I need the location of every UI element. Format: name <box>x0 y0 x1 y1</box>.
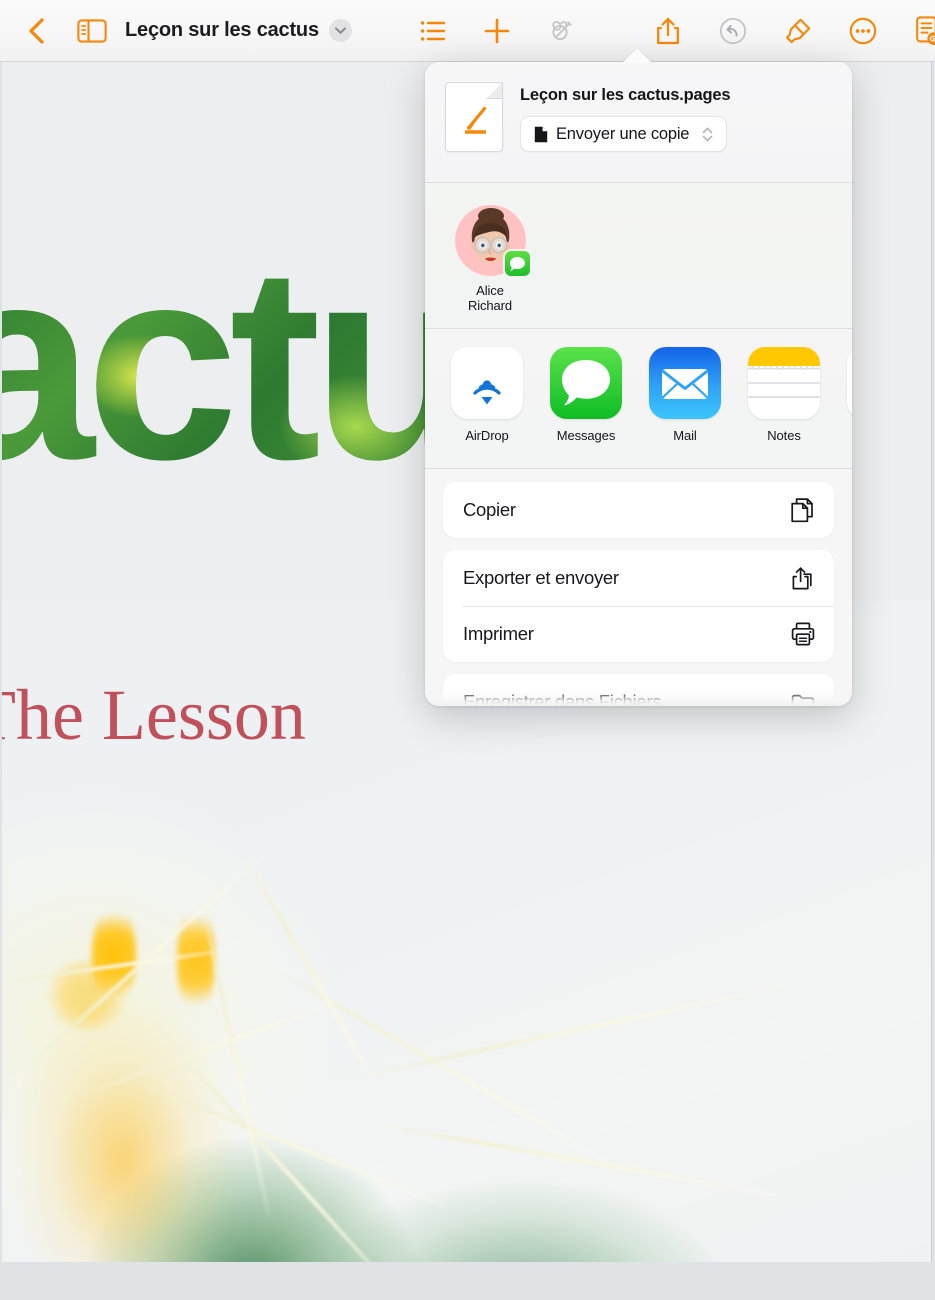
contact-item[interactable]: Alice Richard <box>451 205 532 328</box>
insert-button[interactable] <box>469 9 525 53</box>
document-options-button[interactable] <box>900 9 935 53</box>
sidebar-icon <box>77 18 107 43</box>
share-app-label: AirDrop <box>465 428 509 443</box>
share-sheet-caret <box>622 48 652 63</box>
chevron-left-icon <box>29 17 44 44</box>
share-app-label: Notes <box>767 428 801 443</box>
export-share-icon <box>790 564 816 592</box>
ellipsis-icon <box>849 17 877 44</box>
share-app-mail[interactable]: Mail <box>649 347 721 468</box>
pencil-glyph-icon <box>465 106 487 134</box>
share-app-freeform[interactable]: Fre <box>847 347 852 468</box>
copy-icon <box>790 496 816 524</box>
airdrop-glyph-icon <box>473 380 501 405</box>
action-group-copy: Copier <box>443 482 834 538</box>
page-title: Leçon sur les cactus <box>125 19 319 41</box>
share-button[interactable] <box>640 9 696 53</box>
share-app-label: Messages <box>556 428 616 443</box>
chevron-down-icon <box>334 27 346 34</box>
messages-badge <box>502 249 532 278</box>
share-app-notes[interactable]: Notes <box>748 347 820 468</box>
media-draw-icon <box>552 20 572 40</box>
share-sheet-header: Leçon sur les cactus.pages Envoyer une c… <box>425 62 852 183</box>
view-options-button[interactable] <box>405 9 461 53</box>
contact-name: Alice Richard <box>451 283 529 314</box>
send-copy-selector[interactable]: Envoyer une copie <box>520 116 728 152</box>
action-copier[interactable]: Copier <box>443 482 834 538</box>
document-title-group[interactable]: Leçon sur les cactus <box>125 19 352 42</box>
action-label: Imprimer <box>463 623 534 644</box>
share-contacts-row: Alice Richard <box>425 183 852 329</box>
action-exporter-et-envoyer[interactable]: Exporter et envoyer <box>443 550 834 606</box>
undo-button[interactable] <box>705 9 761 53</box>
contact-firstname: Alice <box>476 283 504 298</box>
share-app-label: Mail <box>673 428 697 443</box>
share-sheet[interactable]: Leçon sur les cactus.pages Envoyer une c… <box>425 62 852 706</box>
printer-icon <box>790 621 816 647</box>
action-label: Copier <box>463 499 516 520</box>
messages-icon <box>550 347 622 419</box>
send-copy-label: Envoyer une copie <box>556 124 690 143</box>
title-chevron-button[interactable] <box>328 19 352 42</box>
app-root: Leçon sur les cactus ctus The Lesson Leç… <box>0 0 935 1300</box>
plus-icon <box>484 18 510 43</box>
action-enregistrer-dans-fichiers[interactable]: Enregistrer dans Fichiers <box>443 674 834 706</box>
share-apps-row: AirDrop Messages Mail Notes <box>425 329 852 469</box>
airdrop-icon <box>451 347 523 419</box>
format-button[interactable] <box>770 9 826 53</box>
action-group-export-print: Exporter et envoyer Imprimer <box>443 550 834 662</box>
action-label: Exporter et envoyer <box>463 567 619 588</box>
chevron-up-down-icon <box>702 127 713 141</box>
folder-icon <box>790 690 816 706</box>
share-app-label: Fre <box>847 428 852 443</box>
pages-document-icon <box>445 82 503 152</box>
message-bubble-icon <box>509 256 525 271</box>
app-toolbar: Leçon sur les cactus <box>0 0 935 62</box>
share-icon <box>656 17 679 44</box>
paintbrush-icon <box>785 18 811 43</box>
share-app-airdrop[interactable]: AirDrop <box>451 347 523 468</box>
share-actions: Copier Exporter et envoyer Imprimer Enre… <box>425 469 852 706</box>
media-button[interactable] <box>533 9 589 53</box>
action-imprimer[interactable]: Imprimer <box>443 606 834 662</box>
messages-glyph-icon <box>562 360 610 406</box>
freeform-glyph-icon <box>847 347 852 419</box>
sidebar-button[interactable] <box>66 9 118 53</box>
document-subheadline: The Lesson <box>2 675 306 755</box>
document-view-icon <box>916 15 935 45</box>
mail-icon <box>649 347 721 419</box>
notes-glyph-icon <box>748 347 820 419</box>
page-icon <box>534 126 548 142</box>
mail-glyph-icon <box>661 369 709 399</box>
list-icon <box>420 20 446 41</box>
share-app-messages[interactable]: Messages <box>550 347 622 468</box>
notes-icon <box>748 347 820 419</box>
more-button[interactable] <box>835 9 891 53</box>
back-button[interactable] <box>8 9 66 53</box>
action-label: Enregistrer dans Fichiers <box>463 691 662 706</box>
share-filename: Leçon sur les cactus.pages <box>520 86 731 104</box>
freeform-icon <box>847 347 852 419</box>
action-group-save: Enregistrer dans Fichiers <box>443 674 834 706</box>
undo-icon <box>719 17 747 44</box>
contact-lastname: Richard <box>467 298 513 314</box>
